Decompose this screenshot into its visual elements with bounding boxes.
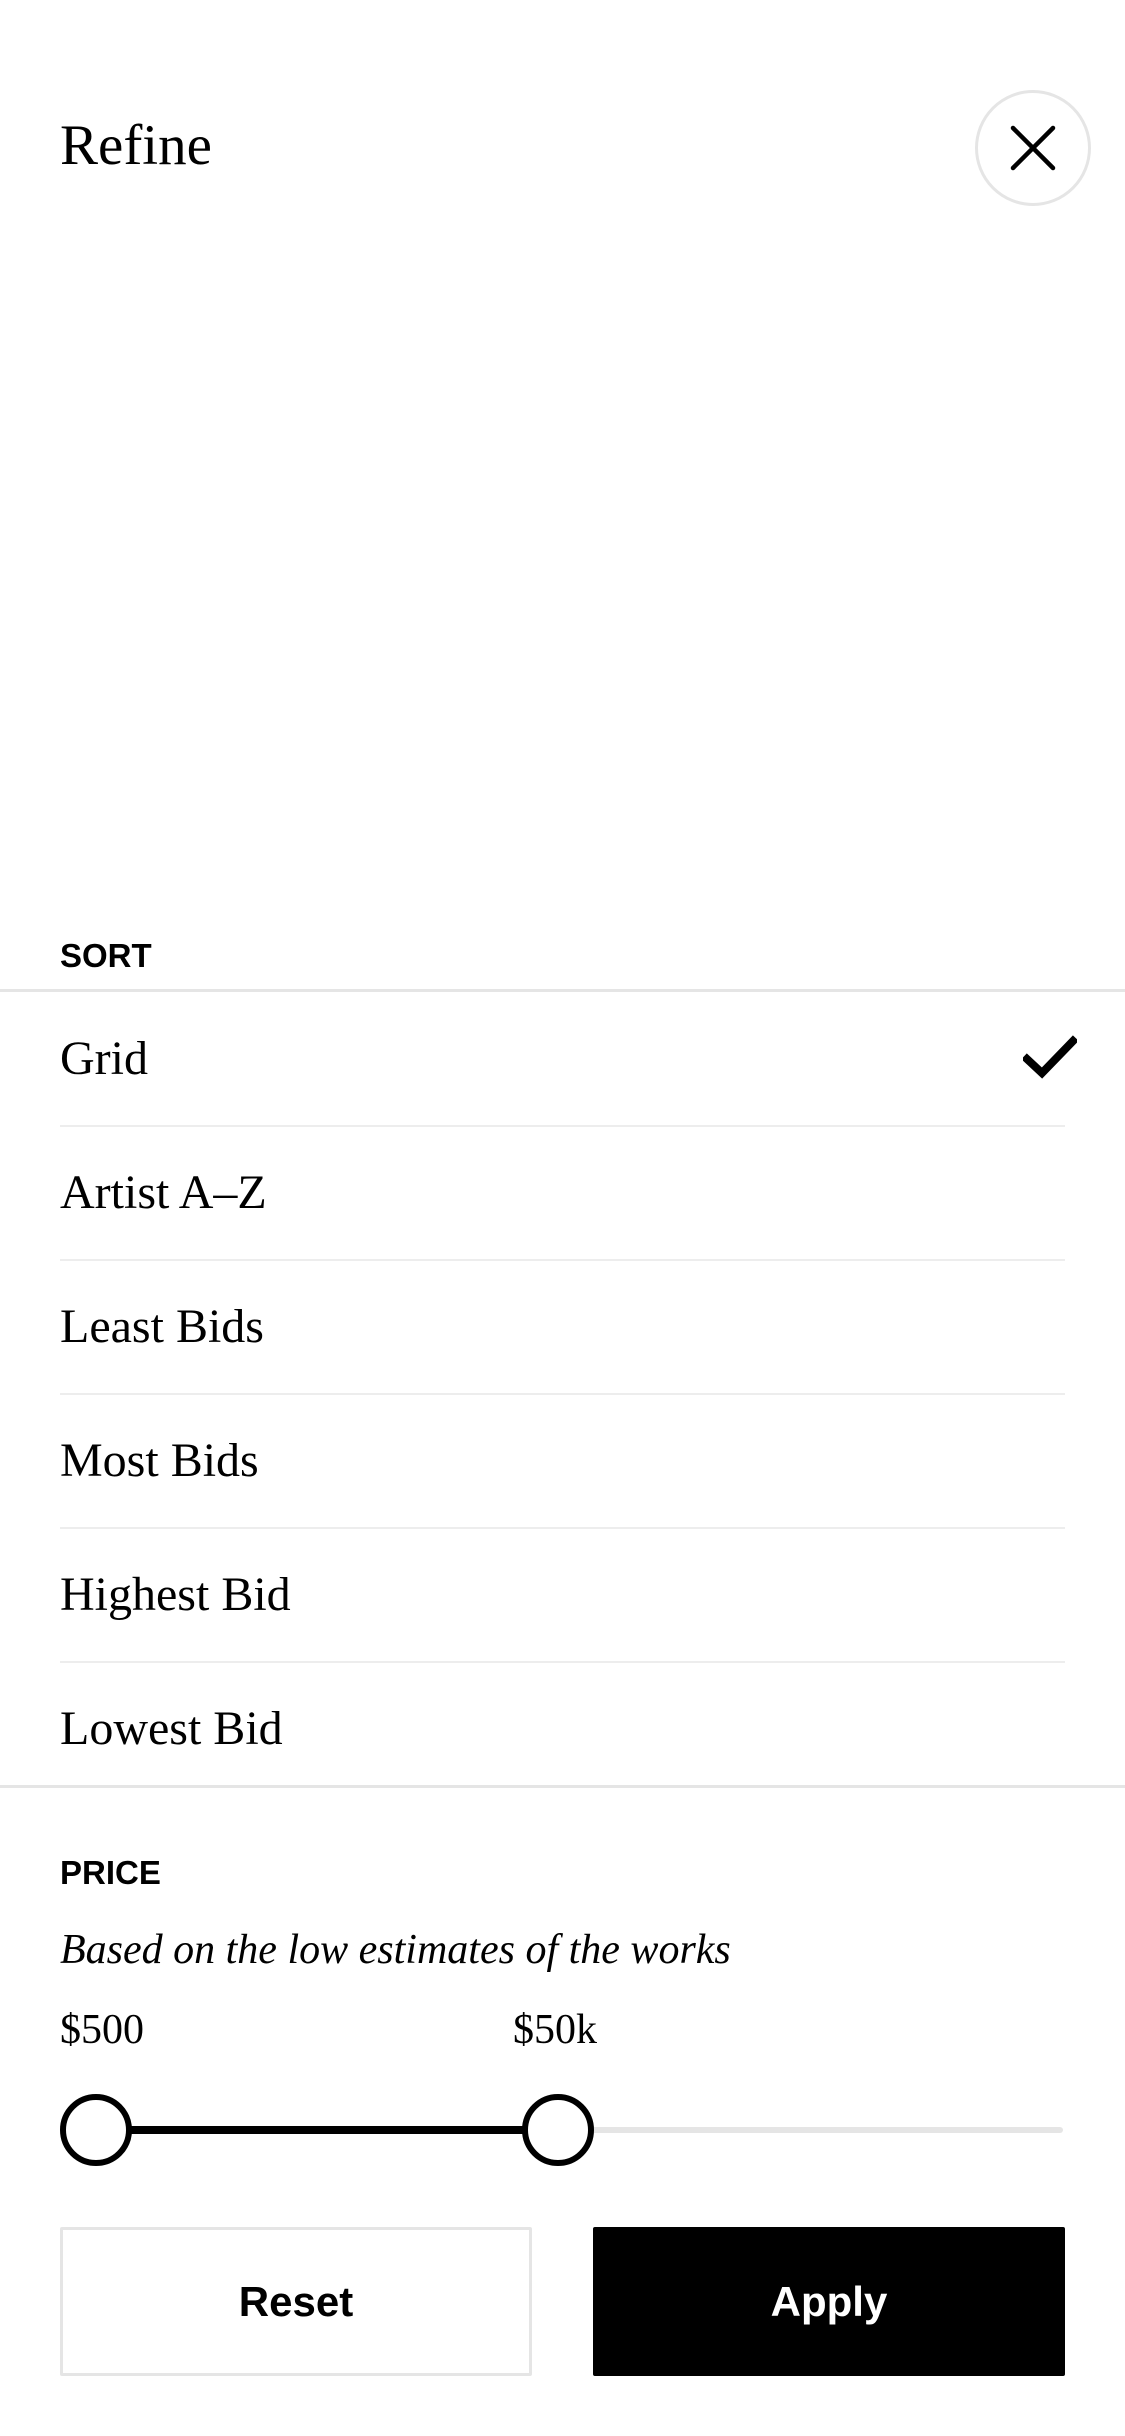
reset-button[interactable]: Reset xyxy=(60,2227,532,2376)
price-subtitle: Based on the low estimates of the works xyxy=(60,1927,731,1973)
sort-option-grid[interactable]: Grid xyxy=(60,993,1077,1127)
sort-options-list: Grid Artist A–Z Least Bids Most Bids Hig… xyxy=(60,993,1077,1795)
close-button[interactable] xyxy=(975,90,1091,206)
sort-option-lowest-bid[interactable]: Lowest Bid xyxy=(60,1663,1065,1795)
sort-option-highest-bid[interactable]: Highest Bid xyxy=(60,1529,1065,1663)
slider-min-handle[interactable] xyxy=(60,2094,132,2166)
check-icon xyxy=(1023,1035,1077,1079)
slider-selected-range xyxy=(96,2126,558,2134)
price-min-value: $500 xyxy=(60,2007,144,2053)
sort-option-least-bids[interactable]: Least Bids xyxy=(60,1261,1065,1395)
sort-option-label: Highest Bid xyxy=(60,1568,291,1621)
slider-max-handle[interactable] xyxy=(522,2094,594,2166)
sort-option-label: Grid xyxy=(60,1032,148,1085)
price-max-value: $50k xyxy=(513,2007,597,2053)
sort-option-label: Most Bids xyxy=(60,1434,259,1487)
page-title: Refine xyxy=(60,114,212,177)
sort-option-artist-a-z[interactable]: Artist A–Z xyxy=(60,1127,1065,1261)
sort-option-label: Artist A–Z xyxy=(60,1166,267,1219)
price-section-label: PRICE xyxy=(60,1854,161,1891)
sort-section-label: SORT xyxy=(60,937,152,974)
close-icon xyxy=(1010,125,1056,171)
sort-bottom-divider xyxy=(0,1785,1125,1788)
sort-option-most-bids[interactable]: Most Bids xyxy=(60,1395,1065,1529)
price-range-slider[interactable] xyxy=(60,2092,1063,2168)
sort-option-label: Least Bids xyxy=(60,1300,264,1353)
sort-top-divider xyxy=(0,989,1125,992)
sort-option-label: Lowest Bid xyxy=(60,1702,283,1755)
apply-button[interactable]: Apply xyxy=(593,2227,1065,2376)
